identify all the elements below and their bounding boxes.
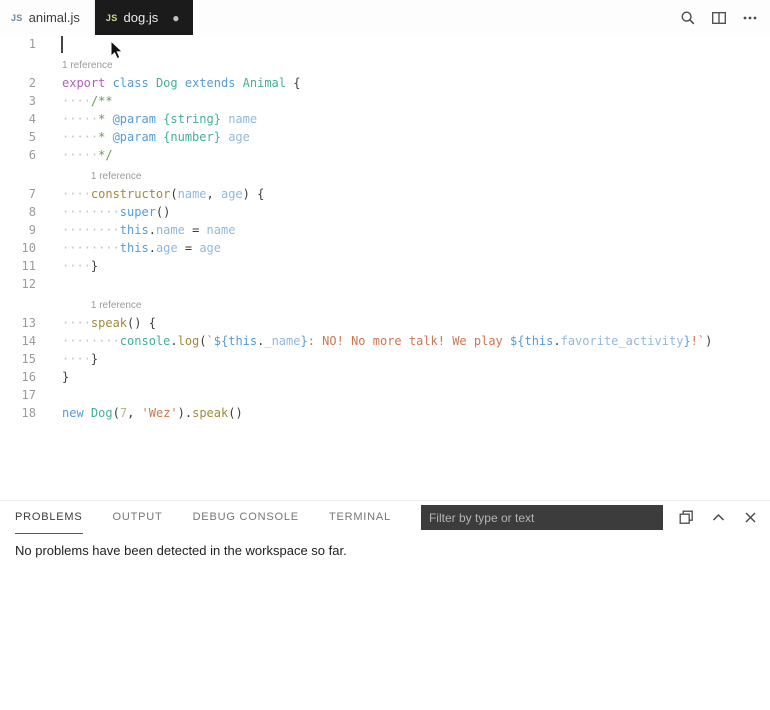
line-number: 16 — [0, 368, 36, 386]
search-editor-icon[interactable] — [680, 10, 696, 26]
editor-tab-bar: JS animal.js JS dog.js ● — [0, 0, 770, 35]
js-file-icon: JS — [106, 13, 118, 23]
code-row: 15 ····} — [0, 350, 770, 368]
more-actions-icon[interactable] — [742, 10, 758, 26]
code-row: 12 — [0, 275, 770, 293]
tab-label: animal.js — [29, 10, 80, 25]
vscode-window: JS animal.js JS dog.js ● 11 refe — [0, 0, 770, 710]
line-number: 2 — [0, 74, 36, 92]
line-number: 1 — [0, 35, 36, 53]
code-row: 8 ········super() — [0, 203, 770, 221]
line-number: 8 — [0, 203, 36, 221]
panel-header: PROBLEMS OUTPUT DEBUG CONSOLE TERMINAL — [0, 501, 770, 534]
code-line[interactable]: export class Dog extends Animal { — [62, 74, 300, 92]
code-row: 2 export class Dog extends Animal { — [0, 74, 770, 92]
maximize-panel-icon[interactable] — [711, 510, 726, 525]
code-line[interactable]: ····speak() { — [62, 314, 156, 332]
no-problems-message: No problems have been detected in the wo… — [15, 543, 755, 558]
collapse-all-icon[interactable] — [679, 510, 694, 525]
code-line[interactable]: ·····*/ — [62, 146, 113, 164]
code-row: 16} — [0, 368, 770, 386]
code-row: 7 ····constructor(name, age) { — [0, 185, 770, 203]
code-row: 10 ········this.age = age — [0, 239, 770, 257]
code-line[interactable]: ····constructor(name, age) { — [62, 185, 264, 203]
js-file-icon: JS — [11, 13, 23, 23]
line-number: 13 — [0, 314, 36, 332]
editor-actions — [680, 0, 770, 35]
editor[interactable]: 1 1 reference 2 export class Dog extends An… — [0, 35, 770, 500]
panel-tab-debug-console[interactable]: DEBUG CONSOLE — [193, 501, 299, 534]
line-number: 7 — [0, 185, 36, 203]
code-line[interactable]: ········console.log(`${this._name}: NO! … — [62, 332, 712, 350]
code-line[interactable]: ········this.age = age — [62, 239, 221, 257]
code-row: 4 ·····* @param {string} name — [0, 110, 770, 128]
code-line[interactable]: ········super() — [62, 203, 170, 221]
panel-tab-output[interactable]: OUTPUT — [113, 501, 163, 534]
codelens-reference[interactable]: 1 reference — [0, 164, 770, 185]
panel-tab-terminal[interactable]: TERMINAL — [329, 501, 391, 534]
problems-panel-body: No problems have been detected in the wo… — [0, 534, 770, 567]
code-line[interactable]: new Dog(7, 'Wez').speak() — [62, 404, 243, 422]
code-row: 3 ····/** — [0, 92, 770, 110]
line-number: 6 — [0, 146, 36, 164]
line-number: 10 — [0, 239, 36, 257]
line-number: 9 — [0, 221, 36, 239]
close-panel-icon[interactable] — [743, 510, 758, 525]
code-line[interactable]: ·····* @param {number} age — [62, 128, 250, 146]
tab-dog-js[interactable]: JS dog.js ● — [95, 0, 194, 35]
text-cursor — [61, 36, 63, 53]
line-number: 12 — [0, 275, 36, 293]
code-line[interactable]: } — [62, 368, 69, 386]
code-row: 5 ·····* @param {number} age — [0, 128, 770, 146]
code-line[interactable]: ········this.name = name — [62, 221, 235, 239]
code-row: 18 new Dog(7, 'Wez').speak() — [0, 404, 770, 422]
line-number: 14 — [0, 332, 36, 350]
problems-filter-input[interactable] — [421, 505, 663, 530]
mouse-cursor-icon — [110, 40, 124, 60]
line-number: 4 — [0, 110, 36, 128]
code-line[interactable]: ····} — [62, 257, 98, 275]
editor-lines: 1 1 reference 2 export class Dog extends An… — [0, 35, 770, 422]
line-number: 18 — [0, 404, 36, 422]
line-number: 5 — [0, 128, 36, 146]
line-number: 15 — [0, 350, 36, 368]
line-number: 17 — [0, 386, 36, 404]
line-number: 3 — [0, 92, 36, 110]
code-row: 13 ····speak() { — [0, 314, 770, 332]
code-row: 14 ········console.log(`${this._name}: NO… — [0, 332, 770, 350]
code-line[interactable]: ····} — [62, 350, 98, 368]
codelens-reference[interactable]: 1 reference — [0, 293, 770, 314]
code-row: 6 ·····*/ — [0, 146, 770, 164]
tab-label: dog.js — [124, 10, 159, 25]
code-row: 9 ········this.name = name — [0, 221, 770, 239]
panel-actions — [679, 510, 758, 525]
split-editor-icon[interactable] — [711, 10, 727, 26]
bottom-panel: PROBLEMS OUTPUT DEBUG CONSOLE TERMINAL — [0, 500, 770, 710]
code-row: 11 ····} — [0, 257, 770, 275]
code-line[interactable]: ····/** — [62, 92, 113, 110]
code-line[interactable]: ·····* @param {string} name — [62, 110, 257, 128]
code-row: 17 — [0, 386, 770, 404]
panel-tab-problems[interactable]: PROBLEMS — [15, 501, 83, 534]
line-number: 11 — [0, 257, 36, 275]
tab-animal-js[interactable]: JS animal.js — [0, 0, 95, 35]
modified-indicator-icon[interactable]: ● — [172, 12, 179, 24]
